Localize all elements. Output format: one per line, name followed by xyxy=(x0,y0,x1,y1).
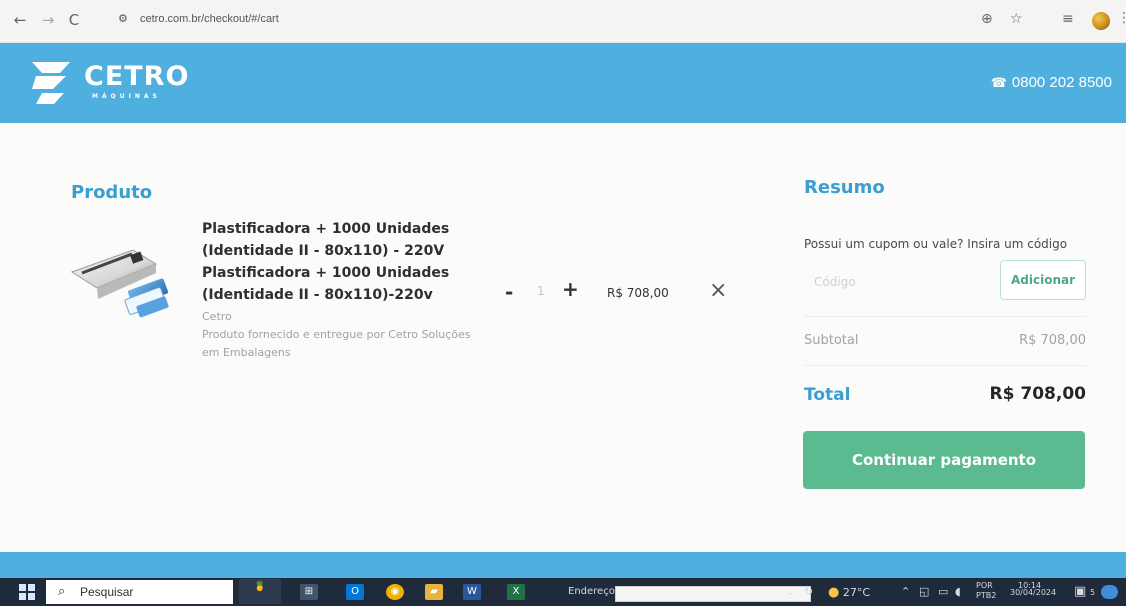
brand-subtitle: MÁQUINAS xyxy=(92,93,161,100)
weather-widget[interactable]: ● 27°C xyxy=(828,585,870,600)
dropbox-icon[interactable] xyxy=(1101,585,1118,599)
quantity-value[interactable]: 1 xyxy=(537,284,545,298)
profile-avatar-icon[interactable] xyxy=(1092,12,1110,30)
phone-number: 0800 202 8500 xyxy=(1011,74,1112,91)
zoom-icon[interactable]: ⊕ xyxy=(981,11,993,27)
excel-icon[interactable]: X xyxy=(507,584,525,600)
quantity-increment-button[interactable]: + xyxy=(562,277,579,301)
task-view-icon[interactable]: ⊞ xyxy=(300,584,318,600)
browser-toolbar: ← → C ⚙ cetro.com.br/checkout/#/cart ⊕ ☆… xyxy=(0,0,1126,43)
volume-icon[interactable]: ◖ xyxy=(955,585,961,598)
address-go-icon[interactable]: ↻ xyxy=(804,585,813,598)
remove-item-button[interactable]: × xyxy=(709,278,727,303)
page-footer-strip xyxy=(0,552,1126,578)
add-coupon-button[interactable]: Adicionar xyxy=(1000,260,1086,300)
date-display: 30/04/2024 xyxy=(1010,588,1057,597)
total-label: Total xyxy=(804,385,851,405)
subtotal-label: Subtotal xyxy=(804,333,859,348)
back-arrow-icon[interactable]: ← xyxy=(10,10,30,30)
coupon-input[interactable] xyxy=(804,264,1009,300)
file-explorer-icon[interactable]: ▰ xyxy=(425,584,443,600)
address-dropdown-icon[interactable]: ⌄ xyxy=(786,585,795,598)
phone-icon: ☎ xyxy=(990,75,1007,90)
notifications-icon[interactable]: ▣ xyxy=(1074,584,1086,599)
continue-payment-button[interactable]: Continuar pagamento xyxy=(803,431,1085,489)
outlook-icon[interactable]: O xyxy=(346,584,364,600)
windows-start-icon[interactable] xyxy=(19,584,35,600)
product-image[interactable] xyxy=(62,233,178,343)
address-toolbar-label: Endereço xyxy=(568,586,615,597)
cetro-logo-icon[interactable] xyxy=(26,55,76,107)
product-seller: Cetro xyxy=(202,310,232,323)
network-icon[interactable]: ◱ xyxy=(919,585,929,598)
chrome-icon[interactable]: ◉ xyxy=(386,584,404,600)
notifications-badge: 5 xyxy=(1090,588,1096,597)
summary-divider xyxy=(804,365,1086,366)
taskbar-search-label: Pesquisar xyxy=(80,585,134,599)
pineapple-widget-icon[interactable]: 🍍 xyxy=(239,579,281,604)
product-name[interactable]: Plastificadora + 1000 Unidades (Identida… xyxy=(202,218,482,306)
chevron-up-icon[interactable]: ⌃ xyxy=(901,585,910,598)
coupon-prompt: Possui um cupom ou vale? Insira um códig… xyxy=(804,237,1068,251)
phone-contact[interactable]: ☎ 0800 202 8500 xyxy=(991,74,1112,91)
word-icon[interactable]: W xyxy=(463,584,481,600)
site-header: CETRO MÁQUINAS ☎ 0800 202 8500 xyxy=(0,43,1126,123)
product-details: Cetro Produto fornecido e entregue por C… xyxy=(202,308,482,362)
address-bar[interactable]: cetro.com.br/checkout/#/cart xyxy=(140,13,279,25)
reload-icon[interactable]: C xyxy=(64,10,84,30)
search-icon: ⌕ xyxy=(58,584,66,599)
bookmark-star-icon[interactable]: ☆ xyxy=(1010,11,1023,27)
product-heading: Produto xyxy=(71,182,153,203)
taskbar-search[interactable]: ⌕ Pesquisar xyxy=(46,580,233,604)
total-value: R$ 708,00 xyxy=(989,384,1086,404)
summary-divider xyxy=(804,316,1086,317)
summary-heading: Resumo xyxy=(804,177,885,198)
weather-temperature: 27°C xyxy=(842,586,871,599)
display-icon[interactable]: ▭ xyxy=(938,585,948,598)
site-info-icon[interactable]: ⚙ xyxy=(118,12,128,25)
line-item-price: R$ 708,00 xyxy=(607,286,669,300)
quantity-decrement-button[interactable]: - xyxy=(505,280,513,304)
brand-name[interactable]: CETRO xyxy=(84,61,189,92)
taskbar-clock[interactable]: POR PTB2 xyxy=(976,581,996,601)
keyboard-label: PTB2 xyxy=(976,591,997,600)
forward-arrow-icon[interactable]: → xyxy=(38,10,58,30)
menu-icon[interactable]: ⋮ xyxy=(1117,10,1126,26)
subtotal-value: R$ 708,00 xyxy=(1019,333,1086,348)
language-label: POR xyxy=(976,581,993,590)
weather-sun-icon: ● xyxy=(828,585,840,600)
windows-taskbar: ⌕ Pesquisar 🍍 ⊞ O ◉ ▰ W X Endereço ⌄ ↻ ●… xyxy=(0,578,1126,606)
delivery-note: Produto fornecido e entregue por Cetro S… xyxy=(202,328,471,359)
address-toolbar-input[interactable] xyxy=(615,586,811,602)
reading-list-icon[interactable]: ≡ xyxy=(1062,11,1074,27)
